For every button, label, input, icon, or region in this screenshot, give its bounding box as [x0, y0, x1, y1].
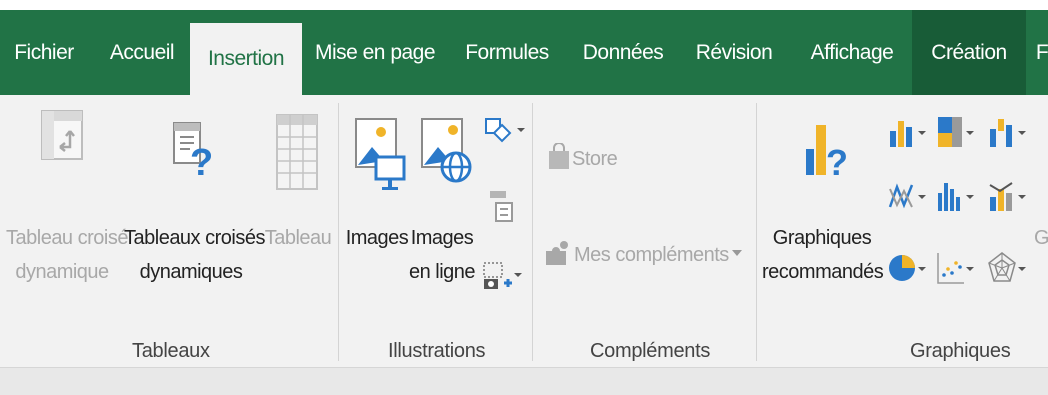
pivottable-icon	[41, 110, 83, 160]
ribbon-insertion: Tableau croisé dynamique ? Tableaux croi…	[0, 95, 1048, 367]
online-pictures-label-1: Images	[410, 227, 474, 249]
scatter-chart-icon[interactable]	[936, 251, 978, 285]
ribbon-bottom-bar	[0, 367, 1048, 395]
table-icon	[276, 114, 318, 190]
tab-insertion[interactable]: Insertion	[190, 23, 302, 95]
recommended-pivottables-icon: ?	[173, 122, 212, 179]
ribbon-tab-bar: Fichier Accueil Insertion Mise en page F…	[0, 10, 1048, 95]
online-pictures-icon	[421, 118, 472, 183]
recommended-charts-label-1: Graphiques	[772, 227, 872, 249]
pictures-label: Images	[345, 227, 409, 249]
my-addins-label: Mes compléments	[574, 244, 729, 266]
group-label-illustrations: Illustrations	[388, 340, 486, 362]
group-label-tableaux: Tableaux	[132, 340, 210, 362]
screenshot-icon[interactable]	[482, 261, 522, 293]
line-chart-icon[interactable]	[888, 179, 930, 213]
tab-formules[interactable]: Formules	[456, 10, 558, 95]
tab-affichage[interactable]: Affichage	[796, 10, 908, 95]
title-strip	[0, 0, 1048, 10]
my-addins-icon	[546, 241, 568, 265]
graphiques-cut-letter: G	[1034, 227, 1048, 249]
pie-chart-icon[interactable]	[888, 251, 930, 285]
store-label: Store	[572, 148, 618, 170]
online-pictures-label-2: en ligne	[408, 261, 476, 283]
svg-text:?: ?	[190, 142, 212, 179]
combo-chart-icon[interactable]	[988, 179, 1030, 213]
group-separator	[532, 103, 533, 361]
column-chart-icon[interactable]	[888, 115, 930, 149]
hierarchy-chart-icon[interactable]	[936, 115, 978, 149]
tab-cut[interactable]: F	[1030, 10, 1048, 95]
tab-fichier[interactable]: Fichier	[0, 10, 88, 95]
radar-chart-icon[interactable]	[988, 251, 1030, 285]
group-separator	[338, 103, 339, 361]
recommended-charts-icon: ?	[806, 125, 848, 179]
statistic-chart-icon[interactable]	[936, 179, 978, 213]
smartart-icon[interactable]	[484, 189, 514, 223]
recommended-pivottables-label-2: dynamiques	[139, 261, 243, 283]
tab-revision[interactable]: Révision	[688, 10, 780, 95]
waterfall-chart-icon[interactable]	[988, 115, 1030, 149]
recommended-charts-label-2: recommandés	[762, 261, 884, 283]
svg-text:?: ?	[826, 142, 848, 179]
pivottable-label-2: dynamique	[15, 261, 109, 283]
pivottable-label-1: Tableau croisé	[6, 227, 128, 249]
picture-icon	[355, 118, 406, 190]
group-label-graphiques: Graphiques	[910, 340, 1011, 362]
tab-donnees[interactable]: Données	[574, 10, 672, 95]
my-addins-chevron-down-icon	[732, 250, 742, 256]
tab-creation[interactable]: Création	[912, 10, 1026, 95]
table-label: Tableau	[264, 227, 332, 249]
shapes-icon[interactable]	[484, 115, 526, 149]
store-icon	[549, 143, 569, 169]
tab-accueil[interactable]: Accueil	[96, 10, 188, 95]
tab-mise-en-page[interactable]: Mise en page	[310, 10, 440, 95]
group-separator	[756, 103, 757, 361]
recommended-pivottables-label-1: Tableaux croisés	[124, 227, 265, 249]
group-label-complements: Compléments	[590, 340, 711, 362]
